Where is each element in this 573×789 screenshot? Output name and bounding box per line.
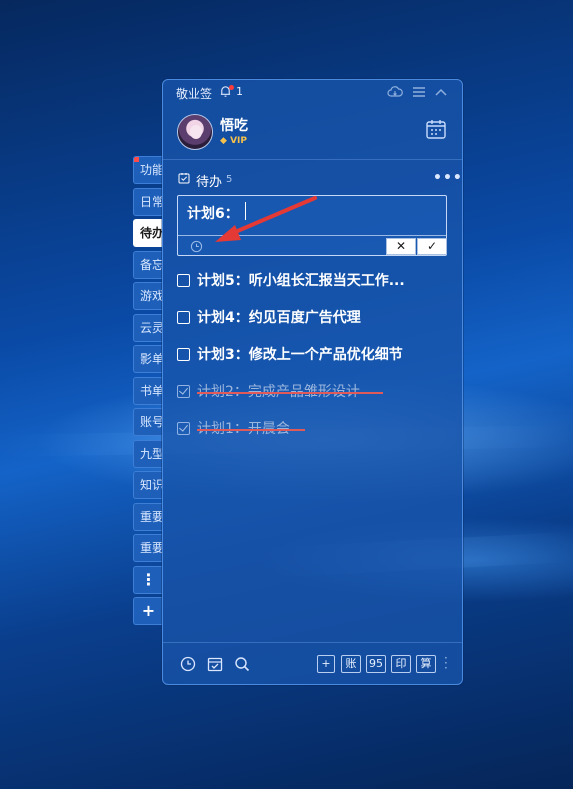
side-tab-zhongyao-1[interactable]: 重要 xyxy=(133,502,163,531)
todo-item[interactable]: 计划3：修改上一个产品优化细节 xyxy=(177,344,447,366)
todo-panel: 敬业签 1 悟吃 ◆ VIP 待办 5 ••• 计划6： ✕ ✓ 计划5：听小组… xyxy=(162,79,463,685)
todo-item[interactable]: 计划5：听小组长汇报当天工作... xyxy=(177,270,447,292)
todo-checkbox[interactable] xyxy=(177,274,190,287)
side-tab-zhongyao-2[interactable]: 重要 xyxy=(133,534,163,562)
section-count: 5 xyxy=(226,174,233,185)
search-icon[interactable] xyxy=(234,656,250,672)
todo-item-done[interactable]: 计划2：完成产品雏形设计 xyxy=(177,381,447,403)
avatar-face xyxy=(190,125,202,139)
text-caret xyxy=(245,202,246,220)
collapse-icon[interactable] xyxy=(433,85,449,99)
todo-text[interactable]: 计划1：开晨会 xyxy=(197,418,290,438)
new-todo-input[interactable]: 计划6： xyxy=(187,203,239,223)
side-tab-zhanghao[interactable]: 账号 xyxy=(133,408,163,436)
section-title: 待办 xyxy=(196,175,223,190)
todo-text[interactable]: 计划4：约见百度广告代理 xyxy=(197,307,361,327)
clock-icon[interactable] xyxy=(190,240,203,253)
new-todo-editor[interactable]: 计划6： ✕ ✓ xyxy=(177,195,447,256)
checklist-icon[interactable] xyxy=(207,656,223,672)
todo-text[interactable]: 计划5：听小组长汇报当天工作... xyxy=(197,270,405,290)
calculator-button[interactable]: 算 xyxy=(416,655,436,673)
notification-dot xyxy=(229,85,234,90)
side-tab-add-button[interactable]: + xyxy=(133,597,163,625)
side-tab-youxi[interactable]: 游戏 xyxy=(133,282,163,310)
todo-checkbox[interactable] xyxy=(177,311,190,324)
confirm-button[interactable]: ✓ xyxy=(417,238,447,255)
side-tab-gongneng[interactable]: 功能 xyxy=(133,156,163,184)
side-tab-yunling[interactable]: 云灵 xyxy=(133,313,163,342)
todo-checkbox-checked[interactable] xyxy=(177,385,190,398)
editor-toolbar: ✕ ✓ xyxy=(178,235,447,256)
strikethrough-line xyxy=(197,392,383,394)
side-tab-beiwang[interactable]: 备忘 xyxy=(133,250,163,279)
todo-text[interactable]: 计划3：修改上一个产品优化细节 xyxy=(197,344,403,364)
vip-badge: ◆ VIP xyxy=(220,136,247,146)
ledger-button[interactable]: 账 xyxy=(341,655,361,673)
clock-icon[interactable] xyxy=(180,656,196,672)
side-tab-more-button[interactable]: ⋮ xyxy=(133,565,163,594)
profile-bar: 悟吃 ◆ VIP xyxy=(163,106,462,160)
todo-text[interactable]: 计划2：完成产品雏形设计 xyxy=(197,381,360,401)
add-button[interactable]: + xyxy=(317,655,335,673)
todo-checkbox[interactable] xyxy=(177,348,190,361)
strikethrough-line xyxy=(197,429,305,431)
side-tab-yingdan[interactable]: 影单 xyxy=(133,345,163,373)
app-title: 敬业签 xyxy=(176,87,213,101)
todo-checkbox-checked[interactable] xyxy=(177,422,190,435)
side-tab-shudan[interactable]: 书单 xyxy=(133,376,163,405)
checklist-icon xyxy=(178,173,190,184)
menu-icon[interactable] xyxy=(411,85,427,99)
side-tab-jiuxing[interactable]: 九型 xyxy=(133,439,163,468)
print-button[interactable]: 印 xyxy=(391,655,411,673)
cancel-button[interactable]: ✕ xyxy=(386,238,416,255)
footer-more-button[interactable]: · · · xyxy=(444,652,448,674)
side-tab-zhishi[interactable]: 知识 xyxy=(133,471,163,499)
notification-count: 1 xyxy=(236,85,243,98)
cloud-icon[interactable] xyxy=(387,85,403,99)
section-header: 待办 5 ••• xyxy=(163,170,462,190)
more-options-button[interactable]: ••• xyxy=(433,170,463,186)
side-tab-list: 功能 日常 待办 备忘 游戏 云灵 影单 书单 账号 九型 知识 重要 重要 ⋮… xyxy=(133,156,163,629)
todo-item-done[interactable]: 计划1：开晨会 xyxy=(177,418,447,440)
todo-item[interactable]: 计划4：约见百度广告代理 xyxy=(177,307,447,329)
footer-toolbar: + 账 95 印 算 · · · xyxy=(163,642,462,684)
vip-label: VIP xyxy=(230,136,247,146)
side-tab-richang[interactable]: 日常 xyxy=(133,187,163,216)
diamond-icon: ◆ xyxy=(220,136,227,146)
title-bar: 敬业签 1 xyxy=(163,80,462,106)
username: 悟吃 xyxy=(220,118,248,134)
side-tab-daiban[interactable]: 待办 xyxy=(133,219,163,247)
calendar-icon[interactable] xyxy=(425,118,447,140)
nine-five-button[interactable]: 95 xyxy=(366,655,386,673)
